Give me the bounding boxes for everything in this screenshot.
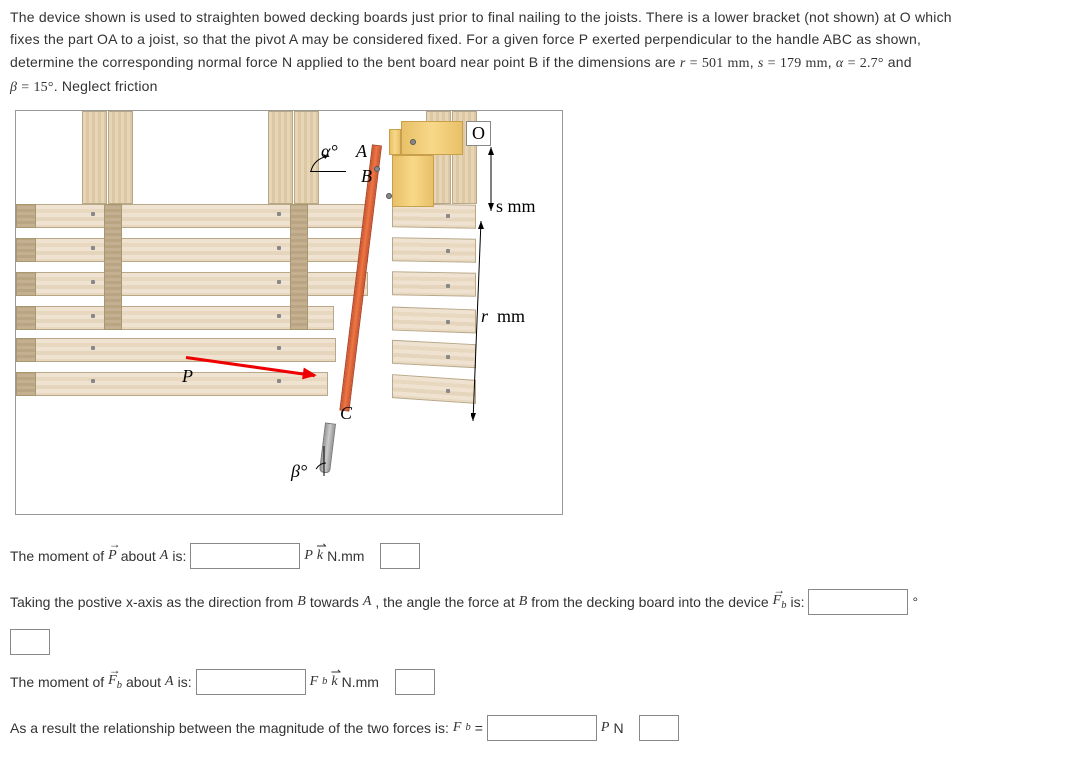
q3-prefix: The moment of <box>10 674 104 690</box>
q2-deg: ° <box>912 594 918 610</box>
q2-input-aux[interactable] <box>10 629 50 655</box>
label-s: s mm <box>496 196 536 216</box>
q1-input-aux[interactable] <box>380 543 420 569</box>
problem-line4: . Neglect friction <box>54 78 158 94</box>
q1-k: k <box>317 548 323 564</box>
label-alpha: α° <box>321 141 338 162</box>
q2-Fb-vector: Fb <box>773 593 787 611</box>
s-value: 179 <box>780 56 802 71</box>
q4-P: P <box>601 720 610 736</box>
problem-line3b: and <box>884 54 912 70</box>
q3-Fb-vector: Fb <box>108 673 122 691</box>
q3-unit: N.mm <box>342 674 379 690</box>
problem-line1: The device shown is used to straighten b… <box>10 9 952 25</box>
beta-value: 15° <box>33 80 53 95</box>
q3-A: A <box>165 674 174 690</box>
q3-input-coeff[interactable] <box>196 669 306 695</box>
q3-F-unit: F <box>310 674 319 690</box>
q2-is: is: <box>790 594 804 610</box>
label-beta: β° <box>291 461 307 482</box>
q1-mid: about <box>121 548 156 564</box>
r-value: 501 <box>702 56 724 71</box>
q2-A: A <box>363 594 372 610</box>
q1-input-coeff[interactable] <box>190 543 300 569</box>
q4-Fb: F <box>453 720 462 736</box>
problem-line3a: determine the corresponding normal force… <box>10 54 680 70</box>
q2-text-a: Taking the postive x-axis as the directi… <box>10 594 293 610</box>
q2-B2: B <box>519 594 528 610</box>
q1-A: A <box>160 548 169 564</box>
q1-unit: N.mm <box>327 548 364 564</box>
q2-B: B <box>297 594 306 610</box>
label-O: O <box>466 121 491 146</box>
label-A: A <box>356 141 367 162</box>
q3-mid: about <box>126 674 161 690</box>
q1-prefix: The moment of <box>10 548 104 564</box>
alpha-value: 2.7° <box>860 56 884 71</box>
q3-k: k <box>331 674 337 690</box>
q4-eq: = <box>475 720 483 736</box>
q3-input-aux[interactable] <box>395 669 435 695</box>
q2-text-c: , the angle the force at <box>375 594 514 610</box>
q3-is: is: <box>178 674 192 690</box>
q4-input-coeff[interactable] <box>487 715 597 741</box>
problem-line2: fixes the part OA to a joist, so that th… <box>10 31 921 47</box>
q2-text-d: from the decking board into the device <box>531 594 768 610</box>
q1-is: is: <box>172 548 186 564</box>
label-r: r mm <box>481 306 525 326</box>
q4-N: N <box>613 720 623 736</box>
q1-P-unit: P <box>304 548 313 564</box>
label-C: C <box>340 403 352 424</box>
q4-text: As a result the relationship between the… <box>10 720 449 736</box>
label-P: P <box>182 366 193 387</box>
q2-input-angle[interactable] <box>808 589 908 615</box>
q4-input-aux[interactable] <box>639 715 679 741</box>
label-B: B <box>361 166 372 187</box>
q1-P-vector: P <box>108 548 117 564</box>
problem-diagram: O A B C P α° β° s mm r mm <box>15 110 563 515</box>
q2-text-b: towards <box>310 594 359 610</box>
